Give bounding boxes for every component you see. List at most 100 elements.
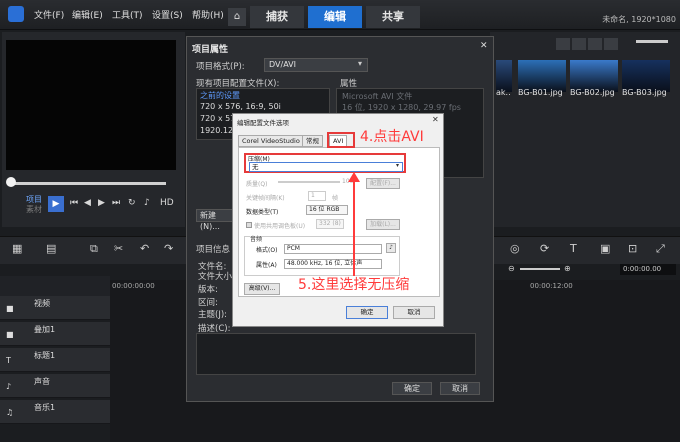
multicam-icon[interactable]: ⊡ [628, 242, 637, 255]
audio-settings-icon[interactable]: ♪ [386, 243, 396, 253]
resize-icon[interactable]: ⤢ [656, 242, 665, 256]
menu-settings[interactable]: 设置(S) [152, 8, 183, 21]
info-label: 文件大小: [198, 272, 235, 282]
compression-select[interactable]: 无 [249, 162, 403, 172]
close-icon[interactable]: ✕ [432, 115, 439, 124]
annotation-step-5: 5.这里选择无压缩 [298, 277, 410, 293]
keyframe-input[interactable]: 1 [308, 191, 326, 201]
overlay-track-icon: ■ [6, 330, 14, 339]
tools-icon[interactable]: ✂ [114, 242, 123, 255]
redo-icon[interactable]: ↷ [164, 242, 173, 255]
subtitle-icon[interactable]: ▣ [600, 242, 610, 255]
tab-capture[interactable]: 捕获 [250, 6, 304, 28]
audio-attribute-select[interactable]: 48.000 kHz, 16 位, 立体声 [284, 259, 382, 269]
storyboard-view-icon[interactable]: ▦ [12, 242, 22, 255]
step-forward-icon[interactable]: ▶ [98, 198, 105, 208]
new-button[interactable]: 新建(N)... [196, 209, 234, 231]
track-voice[interactable] [0, 374, 110, 398]
track-name: 叠加1 [34, 325, 56, 334]
ok-button[interactable]: 确定 [392, 382, 432, 395]
project-info-heading: 项目信息 [196, 245, 231, 255]
zoom-slider[interactable] [520, 268, 560, 270]
audio-group-label: 音频 [250, 234, 263, 243]
zoom-in-icon[interactable]: ⊕ [564, 264, 571, 273]
info-label: 主题(J): [198, 310, 228, 320]
video-track-icon: ■ [6, 304, 14, 313]
description-field[interactable] [196, 333, 476, 375]
advanced-button[interactable]: 高级(V)... [244, 283, 280, 295]
library-thumb-label: BG-B02.jpg [570, 88, 615, 97]
library-options-icon[interactable] [604, 38, 618, 50]
app-logo-icon [8, 6, 24, 22]
data-type-label: 数据类型(T) [246, 209, 279, 216]
skip-end-icon[interactable]: ⏭ [112, 198, 120, 208]
scrub-bar[interactable] [10, 182, 166, 185]
tab-corel-videostudio[interactable]: Corel VideoStudio [238, 135, 304, 147]
ok-button[interactable]: 确定 [346, 306, 388, 319]
tab-share[interactable]: 共享 [366, 6, 420, 28]
title-icon[interactable]: T [570, 242, 577, 255]
dialog-title: 编辑配置文件选项 [237, 119, 289, 127]
palette-select[interactable]: 332 (8) [316, 219, 344, 229]
ruler-mark: 00:00:12:00 [530, 282, 573, 290]
menu-file[interactable]: 文件(F) [34, 8, 64, 21]
library-thumb-label: BG-B01.jpg [518, 88, 563, 97]
sort-icon[interactable] [588, 38, 602, 50]
preview-screen [6, 40, 176, 170]
menu-edit[interactable]: 编辑(E) [72, 8, 103, 21]
quality-label: 质量(Q) [246, 181, 268, 188]
tab-general[interactable]: 常规 [302, 135, 323, 147]
track-name: 标题1 [34, 351, 56, 360]
timecode-display[interactable]: 0:00:00.00 [620, 264, 676, 275]
ruler-start: 00:00:00:00 [112, 282, 155, 290]
list-item[interactable]: 720 x 576, 16:9, 50i [200, 102, 281, 111]
view-list-icon[interactable] [572, 38, 586, 50]
rotate-icon[interactable]: ⟳ [540, 242, 549, 255]
project-name: 未命名, 1920*1080 [602, 15, 676, 24]
annotation-step-4: 4.点击AVI [360, 129, 424, 145]
skip-start-icon[interactable]: ⏮ [70, 198, 78, 208]
configure-button[interactable]: 配置(F)... [366, 178, 400, 189]
annotation-arrow [348, 172, 360, 276]
menu-help[interactable]: 帮助(H) [192, 8, 224, 21]
menu-tools[interactable]: 工具(T) [112, 8, 143, 21]
mixer-icon[interactable]: ⧉ [90, 242, 98, 256]
timeline-header [0, 276, 110, 298]
palette-checkbox[interactable] [246, 222, 252, 228]
property-line: Microsoft AVI 文件 [342, 92, 413, 101]
project-format-select[interactable]: DV/AVI [264, 58, 368, 72]
track-name: 视频 [34, 299, 50, 308]
view-thumbnail-icon[interactable] [556, 38, 570, 50]
scrub-handle[interactable] [6, 177, 16, 187]
hd-label[interactable]: HD [160, 198, 174, 208]
cancel-button[interactable]: 取消 [393, 306, 435, 319]
audio-group [244, 236, 400, 276]
timeline-view-icon[interactable]: ▤ [46, 242, 56, 255]
quality-slider[interactable] [278, 181, 340, 183]
undo-icon[interactable]: ↶ [140, 242, 149, 255]
close-icon[interactable]: ✕ [480, 41, 488, 51]
step-back-icon[interactable]: ◀ [84, 198, 91, 208]
play-icon[interactable]: ▶ [48, 196, 64, 212]
audio-format-select[interactable]: PCM [284, 244, 382, 254]
chevron-down-icon: ▾ [396, 162, 400, 169]
chevron-down-icon: ▾ [358, 59, 363, 68]
track-name: 声音 [34, 377, 50, 386]
track-video[interactable] [0, 296, 110, 320]
motion-icon[interactable]: ◎ [510, 242, 520, 255]
list-item[interactable]: 之前的设置 [200, 90, 240, 101]
keyframe-label: 关键帧间隔(K) [246, 195, 285, 202]
data-type-select[interactable]: 16 位 RGB [306, 205, 348, 215]
zoom-out-icon[interactable]: ⊖ [508, 264, 515, 273]
property-line: 16 位, 1920 x 1280, 29.97 fps [342, 103, 461, 112]
library-thumb-label: BG-B03.jpg [622, 88, 667, 97]
volume-icon[interactable]: ♪ [144, 198, 150, 208]
repeat-icon[interactable]: ↻ [128, 198, 136, 208]
home-icon[interactable]: ⌂ [228, 8, 246, 26]
material-mode-label[interactable]: 素材 [26, 204, 42, 215]
info-label: 版本: [198, 285, 218, 295]
thumb-size-slider[interactable] [636, 40, 668, 43]
tab-edit[interactable]: 编辑 [308, 6, 362, 28]
cancel-button[interactable]: 取消 [440, 382, 480, 395]
load-button[interactable]: 加载(L)... [366, 219, 400, 230]
